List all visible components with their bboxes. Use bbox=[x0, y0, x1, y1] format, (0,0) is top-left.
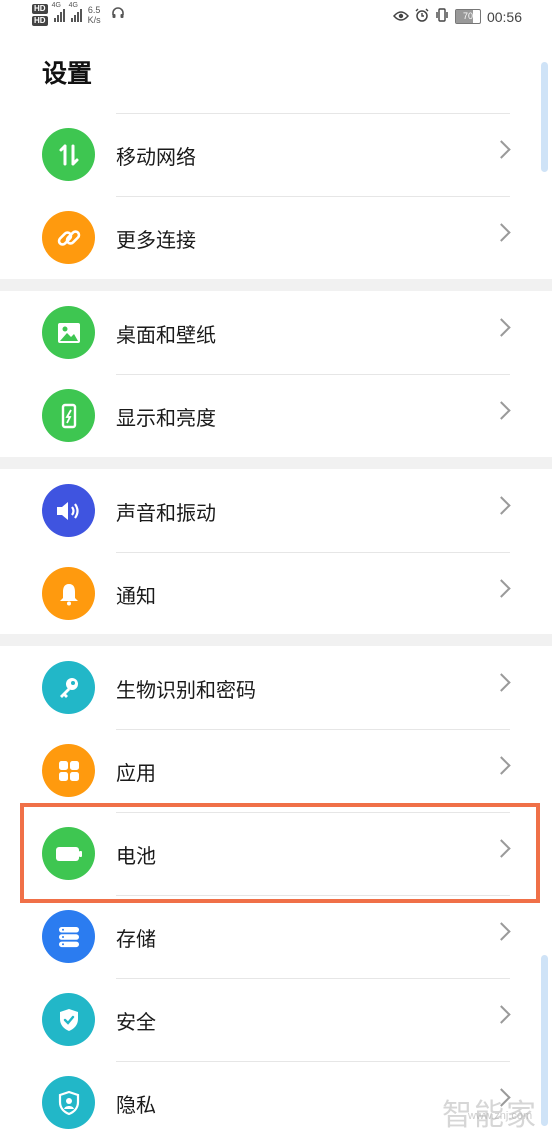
settings-item-label: 生物识别和密码 bbox=[116, 680, 256, 702]
watermark-url: www.znj.com bbox=[468, 1110, 533, 1122]
settings-item-label: 通知 bbox=[116, 586, 156, 608]
settings-item-wallpaper[interactable]: 桌面和壁纸 bbox=[0, 291, 552, 374]
divider bbox=[116, 978, 510, 979]
clock: 00:56 bbox=[486, 8, 522, 25]
settings-item-label: 显示和亮度 bbox=[116, 408, 216, 430]
settings-item-storage[interactable]: 存储 bbox=[0, 895, 552, 978]
settings-item-display-brightness[interactable]: 显示和亮度 bbox=[0, 374, 552, 457]
chevron-right-icon bbox=[492, 401, 511, 420]
speed-unit: K/s bbox=[87, 15, 101, 25]
settings-item-label: 存储 bbox=[116, 929, 156, 951]
page-title: 设置 bbox=[42, 60, 93, 88]
scrollbar-bottom[interactable] bbox=[541, 955, 548, 1126]
settings-item-security[interactable]: 安全 bbox=[0, 978, 552, 1061]
scrollbar-top[interactable] bbox=[541, 62, 548, 172]
arrows-updown-icon bbox=[42, 128, 95, 181]
privacy-icon bbox=[42, 1076, 95, 1129]
phone-brightness-icon bbox=[42, 389, 95, 442]
hd-indicators: HD HD bbox=[32, 4, 48, 26]
network-type-2: 4G bbox=[68, 2, 78, 9]
chevron-right-icon bbox=[492, 223, 511, 242]
section-sound: 声音和振动 通知 bbox=[0, 469, 552, 635]
highlight-box bbox=[20, 803, 540, 903]
chevron-right-icon bbox=[492, 318, 511, 337]
settings-item-label: 隐私 bbox=[116, 1095, 156, 1117]
section-connectivity: 移动网络 更多连接 bbox=[0, 113, 552, 279]
chevron-right-icon bbox=[492, 922, 511, 941]
settings-item-label: 更多连接 bbox=[116, 230, 196, 252]
network-type-1: 4G bbox=[51, 2, 61, 9]
settings-item-label: 安全 bbox=[116, 1012, 156, 1034]
bell-icon bbox=[42, 567, 95, 620]
signal-2-icon: 4G bbox=[69, 2, 82, 22]
chevron-right-icon bbox=[492, 140, 511, 159]
status-bar: HD HD 4G 4G 6.5 K/s 70 00:56 bbox=[0, 0, 552, 36]
signal-1-icon: 4G bbox=[52, 2, 65, 22]
settings-item-sound-vibration[interactable]: 声音和振动 bbox=[0, 469, 552, 552]
chevron-right-icon bbox=[492, 1005, 511, 1024]
speaker-icon bbox=[42, 484, 95, 537]
link-icon bbox=[42, 211, 95, 264]
chevron-right-icon bbox=[492, 579, 511, 598]
alarm-icon bbox=[415, 8, 429, 25]
chevron-right-icon bbox=[492, 673, 511, 692]
speed-value: 6.5 bbox=[87, 5, 101, 15]
settings-item-label: 桌面和壁纸 bbox=[116, 325, 216, 347]
key-icon bbox=[42, 661, 95, 714]
section-gap bbox=[0, 279, 552, 291]
divider bbox=[116, 196, 510, 197]
section-gap bbox=[0, 457, 552, 469]
settings-item-notifications[interactable]: 通知 bbox=[0, 552, 552, 635]
chevron-right-icon bbox=[492, 496, 511, 515]
divider bbox=[116, 1061, 510, 1062]
status-left: HD HD 4G 4G 6.5 K/s bbox=[32, 2, 125, 26]
status-right: 70 00:56 bbox=[392, 8, 522, 25]
chevron-right-icon bbox=[492, 756, 511, 775]
storage-icon bbox=[42, 910, 95, 963]
settings-item-label: 应用 bbox=[116, 763, 156, 785]
settings-item-label: 移动网络 bbox=[116, 147, 196, 169]
settings-item-biometrics-password[interactable]: 生物识别和密码 bbox=[0, 646, 552, 729]
divider bbox=[116, 374, 510, 375]
hd-badge-2: HD bbox=[32, 16, 48, 26]
hd-badge-1: HD bbox=[32, 4, 48, 14]
settings-item-mobile-network[interactable]: 移动网络 bbox=[0, 113, 552, 196]
settings-item-label: 声音和振动 bbox=[116, 503, 216, 525]
settings-item-apps[interactable]: 应用 bbox=[0, 729, 552, 812]
network-speed: 6.5 K/s bbox=[88, 5, 101, 25]
divider bbox=[116, 552, 510, 553]
divider bbox=[116, 729, 510, 730]
divider bbox=[116, 113, 510, 114]
battery-status-icon: 70 bbox=[454, 9, 481, 24]
headset-icon bbox=[111, 6, 125, 25]
section-display: 桌面和壁纸 显示和亮度 bbox=[0, 291, 552, 457]
vibrate-icon bbox=[435, 8, 449, 25]
settings-item-more-connections[interactable]: 更多连接 bbox=[0, 196, 552, 279]
shield-check-icon bbox=[42, 993, 95, 1046]
eye-comfort-icon bbox=[392, 9, 409, 25]
apps-grid-icon bbox=[42, 744, 95, 797]
image-icon bbox=[42, 306, 95, 359]
section-gap bbox=[0, 634, 552, 646]
battery-level: 70 bbox=[462, 11, 473, 21]
